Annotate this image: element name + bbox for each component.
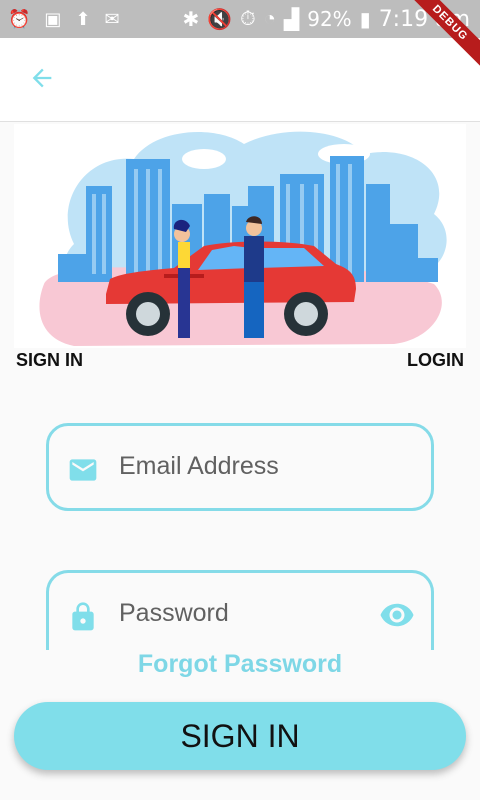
tabs-row: SIGN IN LOGIN: [0, 348, 480, 374]
bluetooth-icon: ✱: [182, 8, 200, 31]
arrow-left-icon: [32, 68, 52, 88]
mute-icon: 🔇: [207, 8, 233, 31]
tab-sign-in[interactable]: SIGN IN: [16, 350, 83, 371]
wifi-icon: ◔: [263, 7, 276, 30]
signal-icon: ▟: [283, 8, 300, 31]
password-placeholder: Password: [119, 599, 229, 627]
mail-icon: ✉: [104, 9, 120, 29]
lock-icon: [72, 602, 94, 631]
back-button[interactable]: [24, 60, 60, 96]
eye-icon[interactable]: [379, 597, 415, 633]
app-bar: [0, 38, 480, 122]
alarm-icon: ⏰: [8, 9, 31, 29]
email-field[interactable]: Email Address: [46, 423, 434, 511]
sign-in-button[interactable]: SIGN IN: [14, 702, 466, 770]
mail-icon: [69, 459, 97, 481]
hero-illustration: [14, 124, 466, 348]
tab-login[interactable]: LOGIN: [407, 350, 464, 371]
clock-icon: ⏱: [240, 7, 256, 30]
email-placeholder: Email Address: [119, 452, 279, 480]
sd-card-icon: ▣: [44, 9, 62, 29]
forgot-password-link[interactable]: Forgot Password: [0, 650, 480, 679]
password-field[interactable]: Password: [46, 570, 434, 650]
battery-percent: 92%: [307, 7, 352, 31]
battery-icon: ▮: [359, 8, 371, 31]
upload-icon: ⬆: [75, 9, 91, 29]
status-bar: ⏰ ▣ ⬆ ✉ ✱ 🔇 ⏱ ◔ ▟ 92% ▮ 7:19 am: [0, 0, 480, 38]
